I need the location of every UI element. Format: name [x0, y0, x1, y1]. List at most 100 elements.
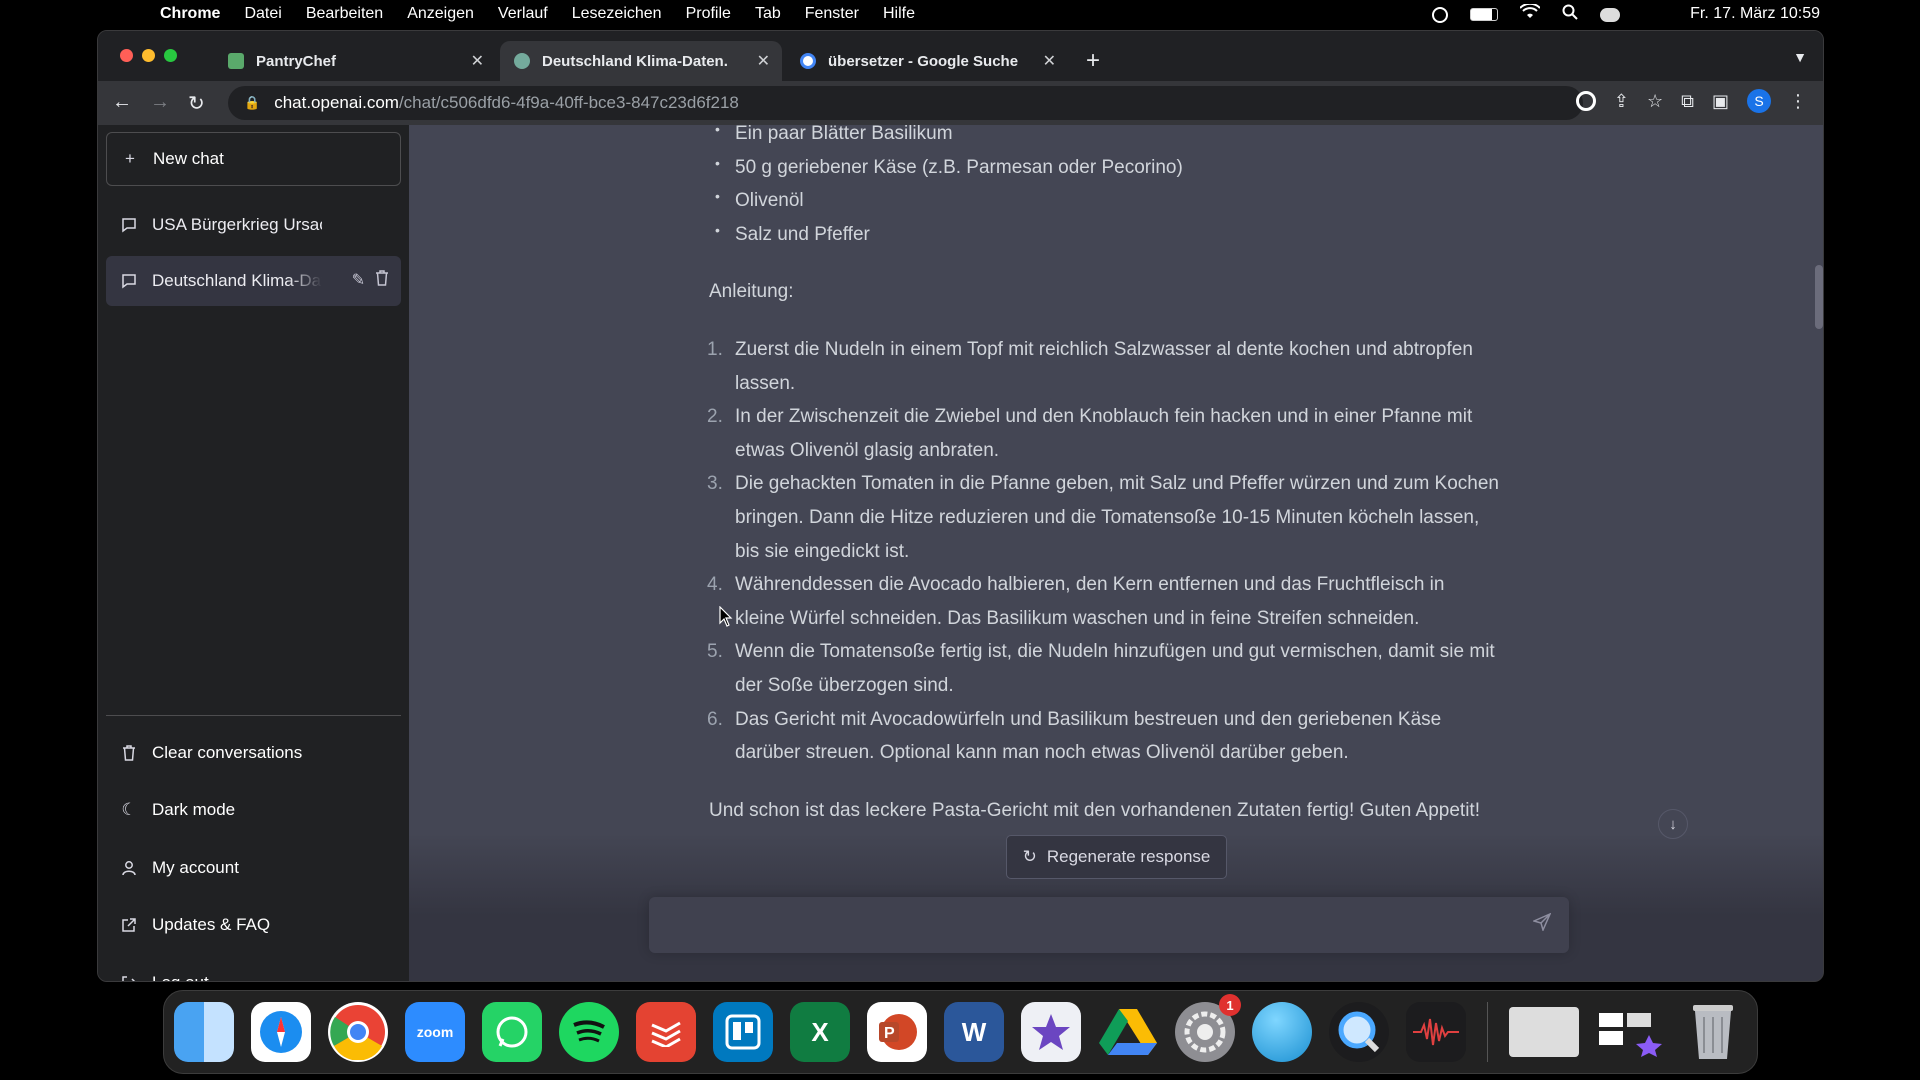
trello-icon[interactable]: [713, 1002, 773, 1062]
spotlight-search-icon[interactable]: [1562, 4, 1578, 25]
forward-arrow-icon[interactable]: →: [150, 91, 170, 114]
menu-tab[interactable]: Tab: [755, 5, 781, 23]
zoom-icon[interactable]: zoom: [405, 1002, 465, 1062]
menu-anzeigen[interactable]: Anzeigen: [407, 5, 474, 23]
bookmark-star-icon[interactable]: ☆: [1647, 91, 1663, 112]
scrollbar-thumb[interactable]: [1815, 265, 1823, 329]
menu-bearbeiten[interactable]: Bearbeiten: [306, 5, 383, 23]
address-bar[interactable]: 🔒 chat.openai.com/chat/c506dfd6-4f9a-40f…: [228, 86, 1583, 120]
control-center-icon[interactable]: [1600, 7, 1620, 22]
wifi-icon[interactable]: [1519, 2, 1541, 25]
delete-trash-icon[interactable]: [375, 270, 389, 291]
whatsapp-icon[interactable]: [482, 1002, 542, 1062]
ingredient-list: Ein paar Blätter Basilikum 50 g gerieben…: [709, 125, 1509, 251]
edit-pencil-icon[interactable]: ✎: [352, 270, 365, 291]
plus-icon: +: [125, 149, 135, 168]
conversation-actions: ✎: [352, 270, 389, 291]
profile-avatar[interactable]: S: [1747, 89, 1771, 113]
excel-label: X: [811, 1016, 829, 1047]
step-text: Wenn die Tomatensoße fertig ist, die Nud…: [735, 641, 1495, 696]
menu-fenster[interactable]: Fenster: [805, 5, 859, 23]
powerpoint-icon[interactable]: P: [867, 1002, 927, 1062]
battery-icon[interactable]: [1470, 8, 1498, 21]
side-panel-icon[interactable]: ▣: [1712, 91, 1729, 112]
lock-icon[interactable]: 🔒: [244, 95, 260, 111]
chatgpt-page: + New chat USA Bürgerkrieg Ursache Deuts…: [98, 125, 1823, 981]
menu-verlauf[interactable]: Verlauf: [498, 5, 548, 23]
dock-separator: [1487, 1002, 1488, 1062]
conversation-label: Deutschland Klima-Daten: [152, 271, 322, 290]
prompt-box: [649, 897, 1569, 953]
regenerate-response-button[interactable]: ↻ Regenerate response: [1006, 835, 1227, 879]
excel-icon[interactable]: X: [790, 1002, 850, 1062]
imovie-star-icon[interactable]: [1021, 1002, 1081, 1062]
scroll-to-bottom-icon[interactable]: ↓: [1658, 809, 1688, 839]
menu-profile[interactable]: Profile: [686, 5, 731, 23]
menu-datei[interactable]: Datei: [244, 5, 281, 23]
menu-lesezeichen[interactable]: Lesezeichen: [572, 5, 662, 23]
chrome-window: PantryChef ✕ Deutschland Klima-Daten. ✕ …: [97, 30, 1824, 982]
conversation-item-active[interactable]: Deutschland Klima-Daten ✎: [106, 256, 401, 306]
chat-main: Ein paar Blätter Basilikum 50 g gerieben…: [409, 125, 1823, 981]
list-item: 6. Das Gericht mit Avocadowürfeln und Bas…: [707, 703, 1499, 770]
send-paper-plane-icon[interactable]: [1531, 912, 1552, 936]
extensions-puzzle-icon[interactable]: ⧉: [1681, 91, 1694, 112]
dark-mode-button[interactable]: ☾ Dark mode: [106, 782, 401, 840]
todoist-icon[interactable]: [636, 1002, 696, 1062]
chrome-menu-kebab-icon[interactable]: ⋮: [1789, 91, 1807, 112]
audio-waveform-icon[interactable]: [1406, 1002, 1466, 1062]
mercury-browser-icon[interactable]: [1252, 1002, 1312, 1062]
trash-bin-icon[interactable]: [1683, 1002, 1743, 1062]
tab-title: übersetzer - Google Suche: [828, 52, 1019, 70]
chat-bubble-icon: [120, 217, 138, 233]
reload-icon[interactable]: ↻: [188, 91, 205, 116]
quicktime-icon[interactable]: [1329, 1002, 1389, 1062]
google-lens-icon[interactable]: [1575, 91, 1596, 111]
new-chat-button[interactable]: + New chat: [106, 132, 401, 186]
share-icon[interactable]: ⇪: [1614, 91, 1629, 112]
external-link-icon: [120, 917, 138, 933]
tab-uebersetzer[interactable]: übersetzer - Google Suche ✕: [786, 41, 1068, 81]
list-item: Ein paar Blätter Basilikum: [709, 125, 1509, 151]
instructions-heading: Anleitung:: [709, 281, 794, 303]
my-account-button[interactable]: My account: [106, 839, 401, 897]
new-tab-icon[interactable]: +: [1086, 47, 1100, 75]
clear-conversations-button[interactable]: Clear conversations: [106, 724, 401, 782]
stacks-folder-icon[interactable]: [1596, 1002, 1666, 1062]
word-icon[interactable]: W: [944, 1002, 1004, 1062]
log-out-button[interactable]: Log out: [106, 954, 401, 981]
conversation-item[interactable]: USA Bürgerkrieg Ursache: [106, 200, 401, 250]
tab-pantrychef[interactable]: PantryChef ✕: [214, 41, 496, 81]
chrome-icon[interactable]: [328, 1002, 388, 1062]
maximize-window-button[interactable]: [164, 49, 177, 62]
list-item: 50 g geriebener Käse (z.B. Parmesan oder…: [709, 147, 1509, 185]
close-tab-icon[interactable]: ✕: [757, 51, 770, 71]
recent-window-thumbnail[interactable]: [1509, 1007, 1579, 1057]
conversation-label: USA Bürgerkrieg Ursache: [152, 215, 322, 234]
close-window-button[interactable]: [120, 49, 133, 62]
tab-search-chevron-icon[interactable]: ▼: [1793, 49, 1807, 65]
list-item: Olivenöl: [709, 180, 1509, 218]
my-account-label: My account: [152, 857, 239, 877]
close-tab-icon[interactable]: ✕: [471, 51, 484, 71]
macos-dock: zoom X P W 1: [163, 990, 1758, 1074]
menu-hilfe[interactable]: Hilfe: [883, 5, 915, 23]
close-tab-icon[interactable]: ✕: [1043, 51, 1056, 71]
screen-record-icon[interactable]: [1432, 6, 1448, 23]
system-settings-icon[interactable]: 1: [1175, 994, 1241, 1062]
updates-faq-link[interactable]: Updates & FAQ: [106, 897, 401, 955]
google-drive-icon[interactable]: [1098, 1002, 1158, 1062]
menubar-clock[interactable]: Fr. 17. März 10:59: [1690, 5, 1820, 23]
log-out-label: Log out: [152, 973, 209, 981]
menu-app-name[interactable]: Chrome: [160, 5, 220, 23]
spotify-icon[interactable]: [559, 1002, 619, 1062]
back-arrow-icon[interactable]: ←: [112, 91, 132, 114]
step-text: Das Gericht mit Avocadowürfeln und Basil…: [735, 708, 1442, 764]
prompt-input[interactable]: [649, 897, 1499, 953]
safari-icon[interactable]: [251, 1002, 311, 1062]
step-number: 6.: [707, 708, 723, 730]
steps-list: 1. Zuerst die Nudeln in einem Topf mit re…: [707, 333, 1509, 770]
tab-deutschland-klima[interactable]: Deutschland Klima-Daten. ✕: [500, 41, 782, 81]
minimize-window-button[interactable]: [142, 49, 155, 62]
finder-icon[interactable]: [174, 1002, 234, 1062]
